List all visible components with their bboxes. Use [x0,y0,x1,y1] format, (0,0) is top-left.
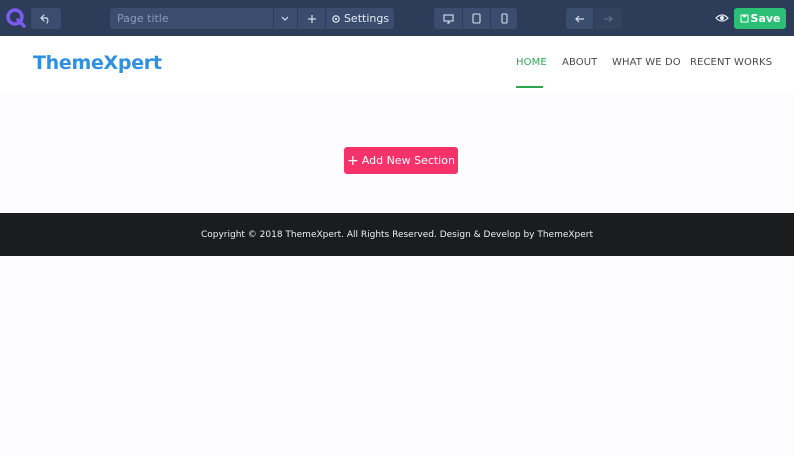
save-icon [740,14,748,23]
arrow-left-icon [574,15,584,22]
nav-item-about[interactable]: ABOUT [562,57,597,68]
page-select-button[interactable] [273,8,297,29]
mobile-icon [500,13,508,24]
tablet-view-button[interactable] [463,8,490,29]
arrow-right-icon [604,15,613,22]
add-new-section-label: Add New Section [361,154,455,167]
builder-toolbar: Settings Save [0,0,794,36]
footer-copyright: Copyright © 2018 ThemeXpert. All Rights … [200,229,594,240]
builder-logo-icon[interactable] [5,7,27,29]
undo-button[interactable] [31,8,61,29]
tablet-icon [472,13,481,24]
nav-item-home[interactable]: HOME [516,57,547,68]
add-new-section-button[interactable]: + Add New Section [344,147,458,174]
save-button[interactable]: Save [734,8,786,29]
history-forward-button[interactable] [594,8,622,29]
desktop-view-button[interactable] [434,8,462,29]
nav-item-what-we-do[interactable]: WHAT WE DO [612,57,681,68]
chevron-down-icon [281,16,289,21]
site-brand[interactable]: ThemeXpert [33,52,162,74]
nav-item-recent-works[interactable]: RECENT WORKS [690,57,772,68]
settings-label: Settings [343,12,390,25]
history-back-button[interactable] [566,8,593,29]
site-header: ThemeXpert HOME ABOUT WHAT WE DO RECENT … [0,36,794,91]
toolbar-divider [273,8,274,29]
settings-button[interactable]: Settings [326,8,394,29]
desktop-icon [442,13,454,24]
gear-icon [332,14,340,23]
page-title-input[interactable] [110,8,273,29]
plus-icon [307,14,316,23]
save-label: Save [750,12,781,25]
add-page-button[interactable] [298,8,325,29]
mobile-view-button[interactable] [491,8,517,29]
eye-icon[interactable] [715,11,729,25]
undo-icon [40,13,49,24]
site-footer: Copyright © 2018 ThemeXpert. All Rights … [0,213,794,256]
nav-active-indicator [516,86,543,88]
plus-icon: + [347,152,359,169]
